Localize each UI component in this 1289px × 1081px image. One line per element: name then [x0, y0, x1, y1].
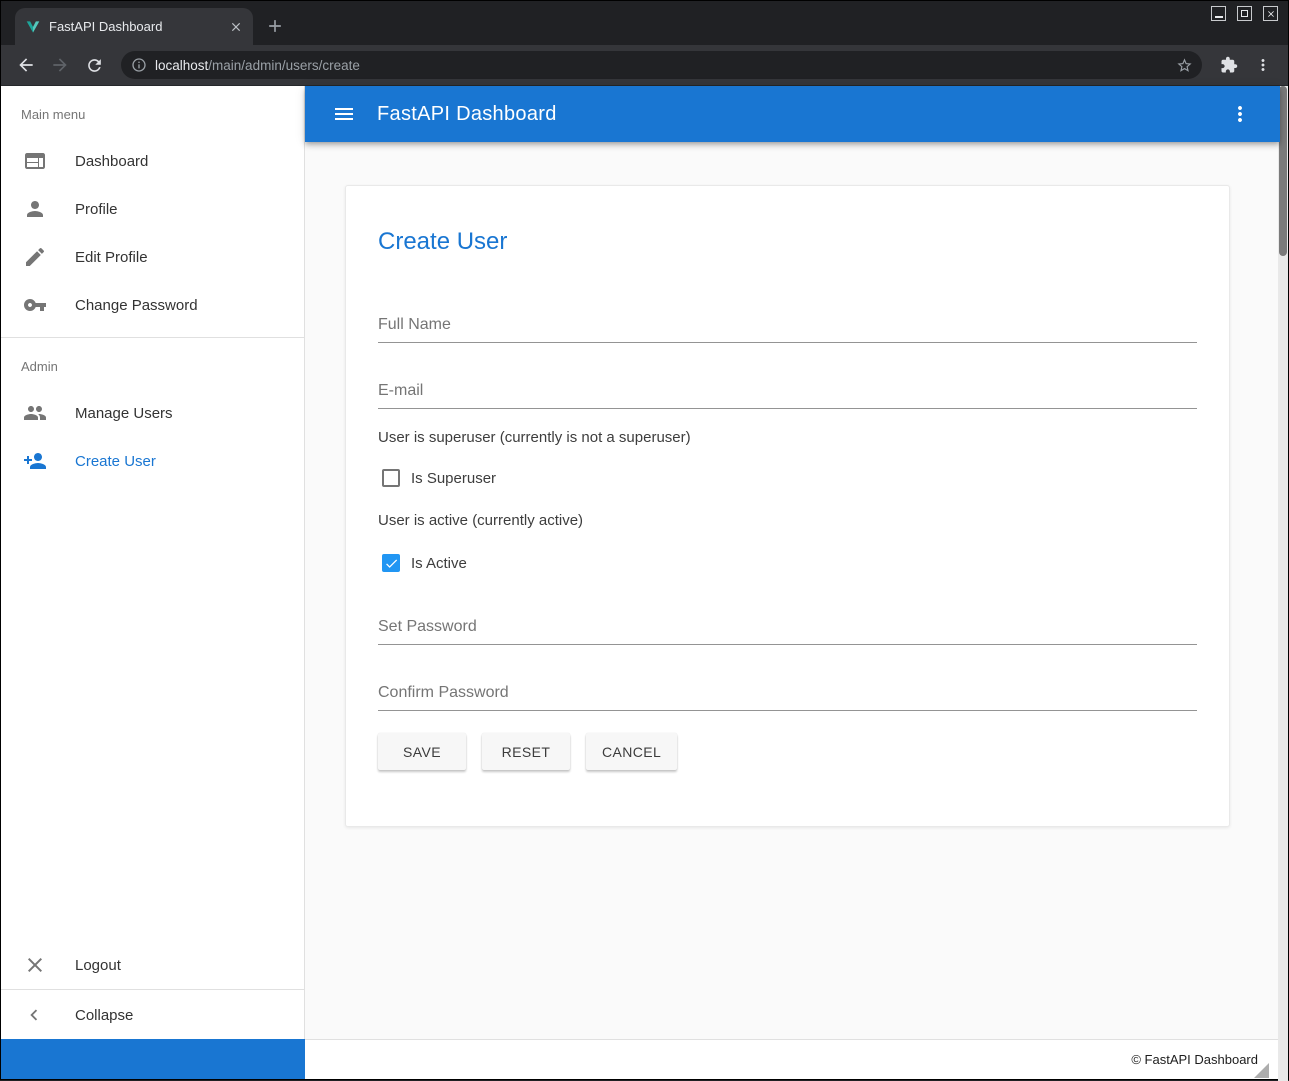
sidebar-toggle-button[interactable] — [332, 102, 356, 126]
sidebar-item-manage-users[interactable]: Manage Users — [1, 389, 304, 437]
bookmark-star-icon[interactable] — [1170, 51, 1198, 79]
back-arrow-icon — [16, 55, 36, 75]
confirm-password-field-wrap — [378, 680, 1197, 711]
sidebar-bottom: Logout Collapse — [1, 941, 304, 1041]
scrollbar-thumb[interactable] — [1279, 86, 1287, 256]
save-button[interactable]: SAVE — [378, 733, 466, 770]
set-password-field-wrap — [378, 614, 1197, 645]
close-icon — [1266, 9, 1276, 19]
extensions-icon — [1220, 56, 1238, 74]
copyright-text: © FastAPI Dashboard — [1131, 1052, 1258, 1067]
sidebar-section-main-menu: Main menu — [1, 86, 304, 137]
window-close-button[interactable] — [1263, 6, 1278, 21]
sidebar-item-dashboard[interactable]: Dashboard — [1, 137, 304, 185]
confirm-password-input[interactable] — [378, 680, 1197, 711]
reset-button[interactable]: RESET — [482, 733, 570, 770]
sidebar-item-label: Edit Profile — [75, 249, 148, 266]
url-text: localhost/main/admin/users/create — [155, 58, 1170, 73]
forward-button[interactable] — [45, 50, 75, 80]
site-info-icon[interactable] — [131, 57, 147, 73]
reload-icon — [85, 56, 104, 75]
key-icon — [23, 293, 47, 317]
sidebar: Main menu Dashboard Profile Edit Profile… — [1, 86, 305, 1041]
more-vert-icon — [1228, 102, 1252, 126]
url-path: /main/admin/users/create — [208, 58, 360, 73]
email-field-wrap — [378, 378, 1197, 409]
dashboard-icon — [23, 149, 47, 173]
tab-title: FastAPI Dashboard — [49, 19, 219, 34]
hamburger-menu-icon — [332, 102, 356, 126]
cancel-button[interactable]: CANCEL — [586, 733, 677, 770]
is-active-label: Is Active — [411, 555, 467, 572]
email-input[interactable] — [378, 378, 1197, 409]
check-icon — [384, 556, 399, 571]
is-superuser-checkbox[interactable] — [382, 469, 400, 487]
more-vert-icon — [1254, 56, 1272, 74]
form-actions: SAVE RESET CANCEL — [378, 733, 1197, 770]
maximize-icon — [1241, 10, 1248, 17]
window-minimize-button[interactable] — [1211, 6, 1226, 21]
browser-tab-strip: FastAPI Dashboard — [1, 1, 1288, 45]
is-active-checkbox[interactable] — [382, 554, 400, 572]
minimize-icon — [1215, 16, 1223, 18]
forward-arrow-icon — [50, 55, 70, 75]
extensions-button[interactable] — [1214, 50, 1244, 80]
new-tab-button[interactable] — [263, 14, 287, 38]
sidebar-item-label: Dashboard — [75, 153, 148, 170]
is-superuser-row[interactable]: Is Superuser — [378, 469, 1197, 487]
sidebar-section-admin: Admin — [1, 338, 304, 389]
sidebar-item-edit-profile[interactable]: Edit Profile — [1, 233, 304, 281]
person-icon — [23, 197, 47, 221]
sidebar-item-label: Change Password — [75, 297, 198, 314]
sidebar-item-create-user[interactable]: Create User — [1, 437, 304, 485]
create-user-card: Create User User is superuser (currently… — [345, 185, 1230, 827]
url-bar[interactable]: localhost/main/admin/users/create — [121, 51, 1202, 79]
set-password-input[interactable] — [378, 614, 1197, 645]
back-button[interactable] — [11, 50, 41, 80]
sidebar-item-label: Manage Users — [75, 405, 173, 422]
sidebar-item-label: Collapse — [75, 1007, 133, 1024]
footer-accent-block — [1, 1039, 305, 1079]
logout-x-icon — [23, 953, 47, 977]
app-bar-title: FastAPI Dashboard — [377, 103, 1228, 126]
browser-toolbar: localhost/main/admin/users/create — [1, 45, 1288, 86]
pencil-icon — [23, 245, 47, 269]
main-content: FastAPI Dashboard Create User User is su… — [305, 86, 1280, 1041]
superuser-status-note: User is superuser (currently is not a su… — [378, 429, 1197, 446]
active-status-note: User is active (currently active) — [378, 512, 1197, 529]
window-controls — [1211, 6, 1278, 21]
sidebar-item-logout[interactable]: Logout — [1, 941, 304, 989]
full-name-field-wrap — [378, 312, 1197, 343]
browser-menu-button[interactable] — [1248, 50, 1278, 80]
sidebar-item-change-password[interactable]: Change Password — [1, 281, 304, 329]
group-icon — [23, 401, 47, 425]
person-add-icon — [23, 449, 47, 473]
app-bar-menu-button[interactable] — [1228, 102, 1252, 126]
window-maximize-button[interactable] — [1237, 6, 1252, 21]
sidebar-item-label: Create User — [75, 453, 156, 470]
tab-close-icon[interactable] — [227, 18, 245, 36]
footer: © FastAPI Dashboard — [305, 1039, 1280, 1079]
sidebar-item-label: Logout — [75, 957, 121, 974]
is-superuser-label: Is Superuser — [411, 470, 496, 487]
full-name-input[interactable] — [378, 312, 1197, 343]
page-scrollbar[interactable] — [1278, 86, 1288, 1081]
chevron-left-icon — [23, 1004, 47, 1028]
sidebar-collapse-button[interactable]: Collapse — [1, 989, 304, 1041]
sidebar-item-profile[interactable]: Profile — [1, 185, 304, 233]
page-title: Create User — [378, 228, 1197, 256]
app-bar: FastAPI Dashboard — [305, 86, 1280, 142]
url-host: localhost — [155, 58, 208, 73]
is-active-row[interactable]: Is Active — [378, 554, 1197, 572]
browser-tab[interactable]: FastAPI Dashboard — [15, 8, 253, 45]
sidebar-item-label: Profile — [75, 201, 118, 218]
reload-button[interactable] — [79, 50, 109, 80]
scroll-corner-grip — [1254, 1063, 1269, 1078]
vuetify-favicon-icon — [25, 19, 41, 35]
